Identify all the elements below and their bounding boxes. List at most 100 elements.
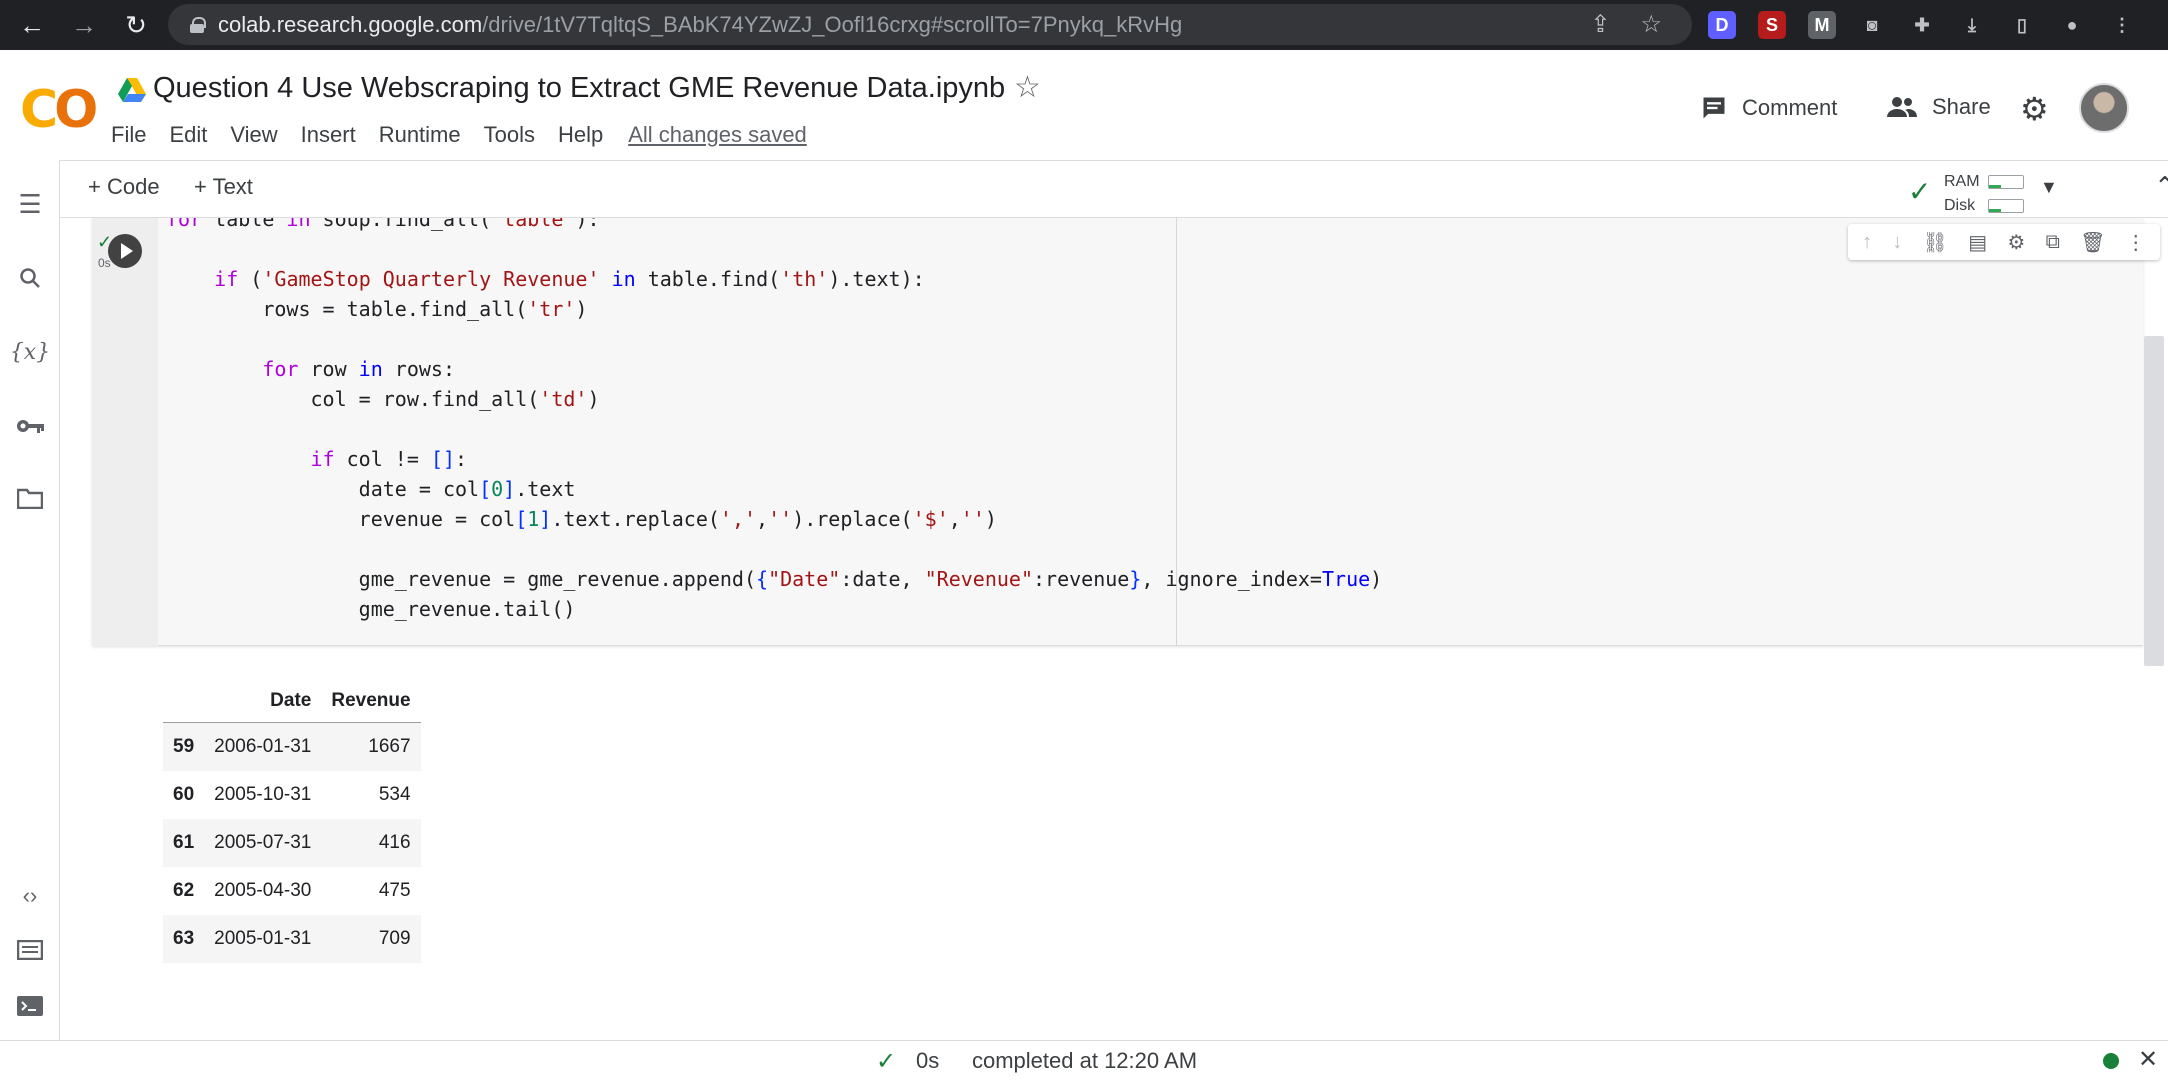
lock-icon (190, 16, 206, 33)
code-line: gme_revenue = gme_revenue.append({"Date"… (166, 567, 1383, 591)
move-down-icon[interactable]: ↓ (1892, 231, 1902, 254)
code-snippets-icon[interactable]: ‹› (14, 880, 46, 912)
menu-view[interactable]: View (230, 122, 277, 148)
code-line: col = row.find_all('td') (166, 387, 600, 411)
code-line: for table in soup.find_all('table'): (166, 218, 600, 231)
puzzle-extensions-icon[interactable]: ✚ (1908, 11, 1936, 39)
table-row: 59 2006-01-31 1667 (163, 722, 421, 771)
row-index: 59 (163, 722, 205, 771)
comment-icon (1703, 97, 1725, 119)
code-line: gme_revenue.tail() (166, 597, 576, 621)
reload-button[interactable]: ↻ (116, 5, 156, 45)
side-panel-icon[interactable]: ▯ (2008, 11, 2036, 39)
comment-button[interactable]: Comment (1700, 94, 1837, 122)
link-icon[interactable]: ⛓ (1923, 230, 1948, 255)
profile-icon[interactable]: ● (2058, 11, 2086, 39)
connected-check-icon: ✓ (1908, 176, 1932, 207)
code-cell[interactable]: for table in soup.find_all('table'): if … (92, 218, 2160, 646)
row-index: 63 (163, 914, 205, 963)
run-cell-button[interactable] (108, 234, 142, 268)
code-editor[interactable]: for table in soup.find_all('table'): if … (166, 218, 2166, 624)
settings-gear-icon[interactable]: ⚙ (2020, 90, 2049, 128)
url-host: colab.research.google.com (218, 11, 483, 37)
address-bar[interactable]: colab.research.google.com/drive/1tV7Tqlt… (168, 4, 1692, 45)
row-revenue: 1667 (321, 722, 421, 771)
url-path: /drive/1tV7TqltqS_BAbK74YZwZJ_Oofl16crxg… (482, 11, 1183, 37)
extension-s-icon[interactable]: S (1758, 11, 1786, 39)
files-folder-icon[interactable] (14, 482, 46, 514)
table-row: 62 2005-04-30 475 (163, 867, 421, 915)
menu-edit[interactable]: Edit (169, 122, 207, 148)
user-avatar[interactable] (2079, 83, 2129, 133)
move-up-icon[interactable]: ↑ (1862, 231, 1872, 254)
extension-d-icon[interactable]: D (1708, 11, 1736, 39)
runtime-status-dot[interactable] (2103, 1053, 2119, 1069)
row-date: 2005-04-30 (214, 879, 312, 901)
download-icon[interactable]: ⤓ (1958, 11, 1986, 39)
bookmark-star-icon[interactable]: ☆ (1640, 10, 1662, 39)
colab-header: CO Question 4 Use Webscraping to Extract… (0, 50, 2168, 160)
row-date: 2006-01-31 (204, 722, 322, 771)
status-completed-text: completed at 12:20 AM (972, 1048, 1198, 1073)
row-index: 61 (163, 818, 205, 867)
comment-cell-icon[interactable]: ▤ (1968, 230, 1987, 255)
table-row: 60 2005-10-31 534 (163, 771, 421, 819)
mirror-cell-icon[interactable]: ⧉ (2046, 231, 2060, 254)
vertical-scrollbar[interactable] (2144, 336, 2164, 666)
camera-icon[interactable]: ◙ (1858, 11, 1886, 39)
runtime-dropdown-icon[interactable]: ▼ (2040, 177, 2058, 198)
table-of-contents-icon[interactable]: ☰ (14, 188, 46, 220)
more-options-icon[interactable]: ⋮ (2126, 230, 2146, 255)
add-text-button[interactable]: + Text (194, 174, 253, 200)
variables-icon[interactable]: {x} (10, 336, 50, 368)
star-icon[interactable]: ☆ (1014, 70, 1041, 105)
code-line: revenue = col[1].text.replace(',','').re… (166, 507, 997, 531)
secrets-key-icon[interactable] (14, 410, 46, 442)
add-code-button[interactable]: + Code (88, 174, 160, 200)
menu-help[interactable]: Help (558, 122, 603, 148)
save-status[interactable]: All changes saved (628, 122, 807, 148)
resources-indicator[interactable]: ✓ RAM Disk ▼ (1908, 167, 2118, 214)
google-drive-icon[interactable] (118, 78, 146, 102)
menu-insert[interactable]: Insert (301, 122, 356, 148)
notebook-title[interactable]: Question 4 Use Webscraping to Extract GM… (153, 72, 1005, 105)
people-icon (1887, 97, 1917, 117)
code-line: rows = table.find_all('tr') (166, 297, 588, 321)
close-status-icon[interactable]: ✕ (2138, 1045, 2158, 1074)
disk-bar (1988, 199, 2024, 213)
command-palette-icon[interactable] (14, 934, 46, 966)
row-index: 62 (173, 879, 195, 901)
revenue-header: Revenue (321, 676, 421, 723)
forward-button[interactable]: → (64, 5, 104, 45)
date-header: Date (204, 676, 322, 723)
colab-logo[interactable]: CO (20, 80, 98, 140)
code-line: if ('GameStop Quarterly Revenue' in tabl… (214, 267, 925, 291)
code-line: for row in rows: (262, 357, 456, 381)
browser-menu-icon[interactable]: ⋮ (2108, 11, 2136, 39)
extension-m-icon[interactable]: M (1808, 11, 1836, 39)
comment-label: Comment (1742, 95, 1838, 120)
extensions-bar: D S M ◙ ✚ ⤓ ▯ ● ⋮ (1708, 0, 2136, 50)
notebook-content: for table in soup.find_all('table'): if … (61, 218, 2168, 1040)
terminal-icon[interactable] (14, 990, 46, 1022)
share-button[interactable]: Share (1886, 94, 1991, 120)
share-page-icon[interactable]: ⇪ (1590, 10, 1610, 39)
search-icon[interactable] (14, 262, 46, 294)
table-row: 63 2005-01-31 709 (163, 914, 421, 963)
cell-gutter (92, 218, 158, 646)
back-button[interactable]: ← (12, 5, 52, 45)
left-sidebar: ☰ {x} ‹› (0, 160, 60, 1040)
cell-settings-icon[interactable]: ⚙ (2007, 230, 2025, 255)
menu-file[interactable]: File (111, 122, 146, 148)
row-revenue: 709 (321, 914, 421, 963)
row-revenue: 534 (378, 783, 411, 805)
collapse-header-icon[interactable]: ⌃ (2154, 171, 2168, 202)
delete-cell-icon[interactable]: 🗑 (2080, 230, 2105, 255)
status-exec-time: 0s (916, 1048, 940, 1073)
menu-tools[interactable]: Tools (484, 122, 535, 148)
ram-label: RAM (1944, 173, 1980, 190)
row-revenue: 475 (378, 879, 411, 901)
status-bar: ✓ 0s completed at 12:20 AM ✕ (0, 1040, 2168, 1080)
share-label: Share (1932, 94, 1991, 119)
menu-runtime[interactable]: Runtime (379, 122, 461, 148)
